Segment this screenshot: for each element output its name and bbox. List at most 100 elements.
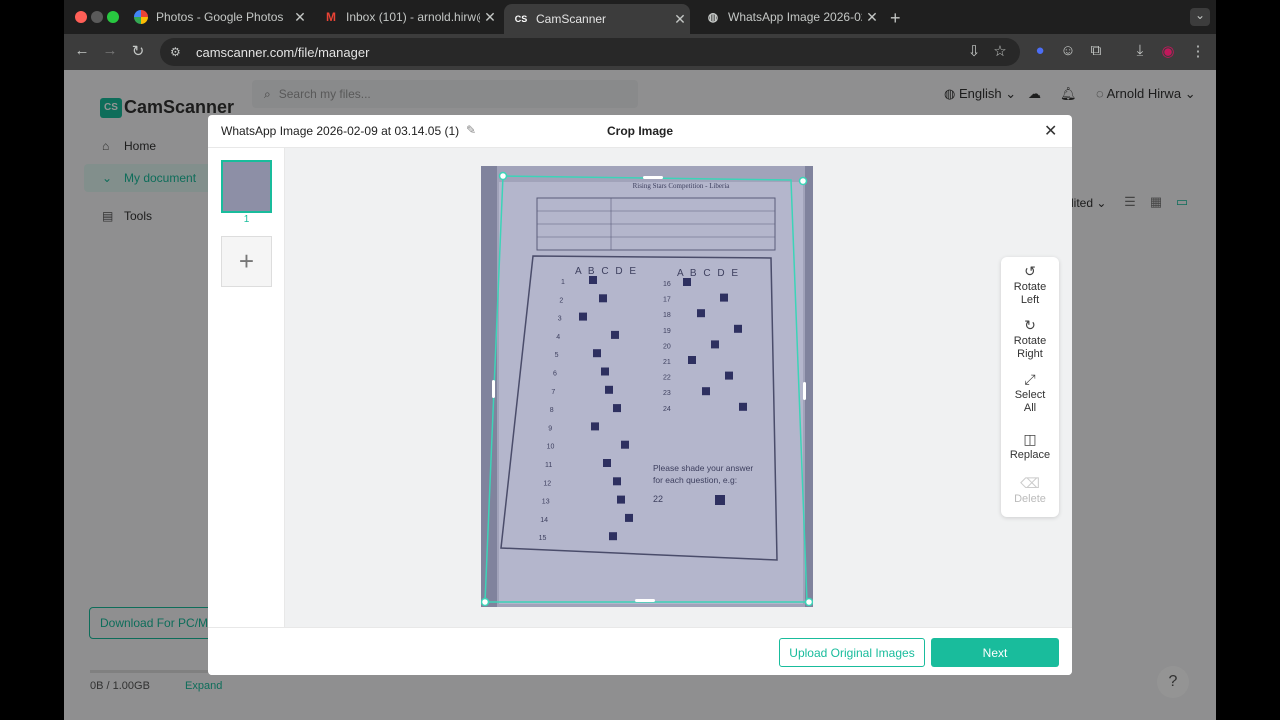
reload-icon[interactable]: ↻ [128, 42, 148, 60]
answer-mark [609, 532, 617, 541]
tab-google-photos[interactable]: Photos - Google Photos ✕ [124, 4, 310, 30]
answer-mark [579, 312, 587, 321]
question-number: 23 [663, 390, 671, 397]
answer-mark [599, 294, 607, 303]
tab-camscanner[interactable]: CS CamScanner ✕ [504, 4, 690, 34]
select-all-button[interactable]: ⤢ Select All [1001, 371, 1059, 415]
install-app-icon[interactable]: ⇩ [964, 42, 984, 60]
question-number: 21 [663, 359, 671, 366]
select-all-icon: ⤢ [1024, 371, 1036, 387]
tab-title: CamScanner [536, 12, 607, 26]
answer-mark [591, 422, 599, 431]
back-icon[interactable]: ← [72, 42, 92, 59]
delete-button[interactable]: ⌫ Delete [1001, 475, 1059, 506]
page-number: 1 [243, 214, 250, 225]
question-number: 18 [663, 312, 671, 319]
answer-mark [697, 309, 705, 318]
browser-window: Photos - Google Photos ✕ M Inbox (101) -… [64, 0, 1216, 720]
camscanner-icon: CS [514, 14, 528, 24]
extensions-puzzle-icon[interactable]: ⧉ [1086, 42, 1106, 59]
tool-label: Left [1020, 294, 1040, 306]
question-number: 5 [555, 352, 559, 359]
add-page-button[interactable]: + [221, 236, 272, 287]
dialog-footer: Upload Original Images Next [208, 627, 1072, 675]
close-tab-icon[interactable]: ✕ [290, 9, 310, 26]
answer-mark [613, 404, 621, 413]
upload-original-images-button[interactable]: Upload Original Images [779, 638, 925, 667]
question-number: 2 [559, 297, 563, 304]
crop-canvas: Rising Stars Competition - Liberia A B C… [285, 148, 1072, 627]
close-tab-icon[interactable]: ✕ [862, 9, 882, 26]
tool-label: Rotate [1013, 281, 1047, 293]
close-icon[interactable]: ✕ [1044, 121, 1057, 141]
downloads-icon[interactable]: ⤓ [1130, 42, 1150, 59]
answer-mark [688, 356, 696, 364]
answer-mark [739, 402, 747, 411]
question-number: 13 [542, 499, 550, 506]
page-thumbnail[interactable] [221, 160, 272, 213]
edit-name-icon[interactable]: ✎ [466, 123, 476, 137]
question-number: 22 [663, 375, 671, 382]
answer-mark [625, 513, 633, 522]
new-tab-button[interactable]: + [890, 8, 901, 29]
answer-mark [605, 385, 613, 394]
close-window-button[interactable] [75, 11, 87, 23]
trash-icon: ⌫ [1020, 475, 1040, 491]
doc-note-line-2: for each question, e.g: [653, 475, 737, 485]
rotate-left-button[interactable]: ↺ Rotate Left [1001, 263, 1059, 307]
answer-mark [611, 330, 619, 339]
extension-avatar-icon[interactable]: ☺ [1058, 42, 1078, 59]
question-number: 12 [543, 480, 551, 487]
url-text: camscanner.com/file/manager [196, 44, 370, 60]
answer-mark [734, 324, 742, 333]
tool-label: All [1023, 402, 1037, 414]
crop-image-dialog: WhatsApp Image 2026-02-09 at 03.14.05 (1… [208, 115, 1072, 675]
rotate-left-icon: ↺ [1024, 263, 1036, 279]
columns-header-right: A B C D E [677, 268, 740, 279]
tool-label: Replace [1009, 449, 1051, 461]
extension-blue-icon[interactable]: ● [1030, 42, 1050, 59]
bookmark-star-icon[interactable]: ☆ [990, 42, 1010, 60]
answer-mark [593, 349, 601, 358]
question-number: 14 [540, 517, 548, 524]
answer-mark [601, 367, 609, 376]
browser-menu-icon[interactable]: ⋮ [1188, 42, 1208, 60]
tab-title: Photos - Google Photos [156, 10, 284, 24]
columns-header-left: A B C D E [575, 266, 638, 277]
forward-icon[interactable]: → [100, 42, 120, 59]
camera-icon: ◫ [1023, 431, 1037, 447]
answer-mark [725, 371, 733, 380]
site-info-icon[interactable]: ⚙ [170, 45, 188, 59]
question-number: 15 [539, 535, 547, 542]
question-number: 3 [558, 316, 562, 323]
next-button[interactable]: Next [931, 638, 1059, 667]
document-photo: Rising Stars Competition - Liberia A B C… [481, 166, 813, 607]
doc-example-number: 22 [653, 494, 663, 504]
crop-tools-panel: ↺ Rotate Left ↻ Rotate Right ⤢ Select Al… [1001, 257, 1059, 517]
maximize-window-button[interactable] [107, 11, 119, 23]
tool-label: Rotate [1013, 335, 1047, 347]
tab-strip: Photos - Google Photos ✕ M Inbox (101) -… [64, 0, 1216, 34]
answer-mark [702, 387, 710, 396]
tool-label: Select [1014, 389, 1046, 401]
answer-mark [683, 278, 691, 286]
address-bar[interactable]: ⚙ camscanner.com/file/manager [160, 38, 1020, 66]
replace-button[interactable]: ◫ Replace [1001, 431, 1059, 462]
page-thumbnails: 1 + [208, 148, 285, 627]
tab-whatsapp-image[interactable]: ◍ WhatsApp Image 2026-02-0 ✕ [696, 4, 882, 30]
answer-mark [621, 440, 629, 449]
tab-gmail[interactable]: M Inbox (101) - arnold.hirw@gm ✕ [314, 4, 500, 30]
rotate-right-button[interactable]: ↻ Rotate Right [1001, 317, 1059, 361]
tab-title: WhatsApp Image 2026-02-0 [728, 10, 862, 24]
minimize-window-button[interactable] [91, 11, 103, 23]
question-number: 10 [547, 444, 555, 451]
tab-search-button[interactable]: ⌄ [1190, 8, 1210, 26]
close-tab-icon[interactable]: ✕ [480, 9, 500, 26]
question-number: 16 [663, 281, 671, 288]
profile-avatar-icon[interactable]: ◉ [1158, 42, 1178, 60]
question-number: 24 [663, 406, 671, 413]
rotate-right-icon: ↻ [1024, 317, 1036, 333]
tool-label: Delete [1014, 493, 1046, 505]
close-tab-icon[interactable]: ✕ [670, 11, 690, 28]
answer-mark [617, 495, 625, 504]
